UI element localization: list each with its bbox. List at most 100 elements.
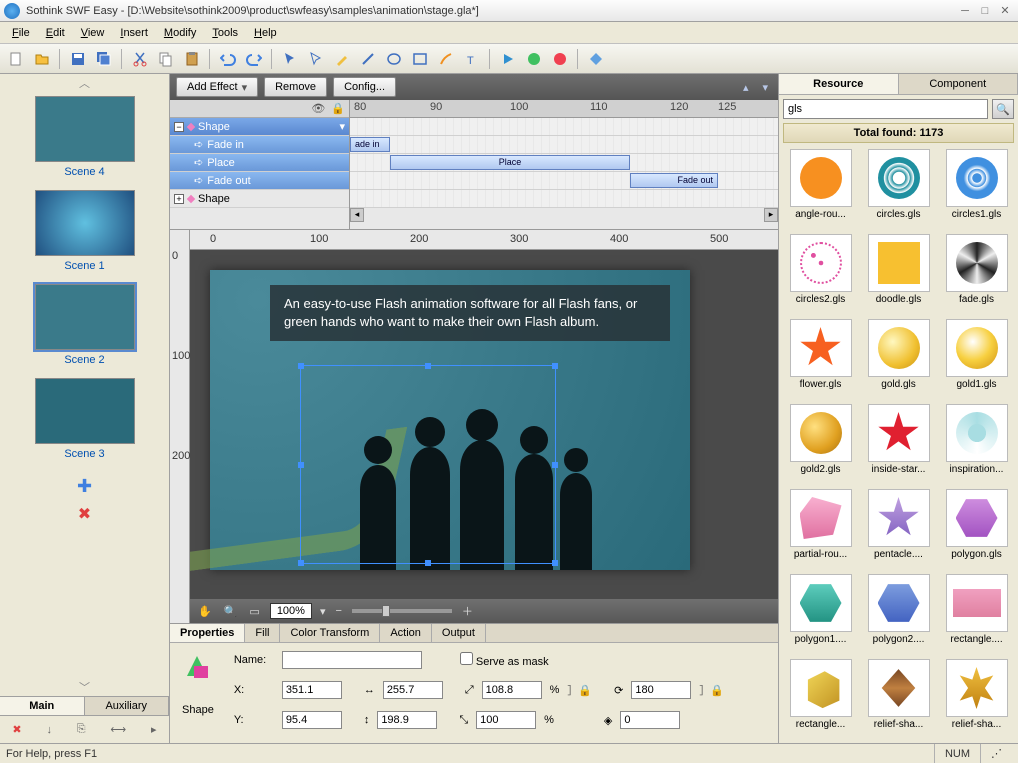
resource-item[interactable]: inspiration... xyxy=(939,404,1014,486)
timeline-scrollbar[interactable]: ◂▸ xyxy=(350,208,778,222)
scene-thumb-1[interactable] xyxy=(35,190,135,256)
tab-action[interactable]: Action xyxy=(380,624,432,642)
undo-button[interactable] xyxy=(216,47,240,71)
tab-color-transform[interactable]: Color Transform xyxy=(280,624,380,642)
resource-item[interactable]: rectangle.... xyxy=(939,574,1014,656)
zoom-tool-icon[interactable]: 🔍 xyxy=(222,605,240,618)
tab-resource[interactable]: Resource xyxy=(779,74,899,94)
search-button[interactable]: 🔍 xyxy=(992,99,1014,119)
resource-item[interactable]: polygon2.... xyxy=(861,574,936,656)
zoom-slider[interactable] xyxy=(352,609,452,613)
layer-fadeout[interactable]: ➪ Fade out xyxy=(170,172,349,190)
tab-auxiliary[interactable]: Auxiliary xyxy=(85,697,170,715)
menu-file[interactable]: File xyxy=(4,25,38,41)
scene-item[interactable]: Scene 4 xyxy=(20,96,149,178)
rect-tool[interactable] xyxy=(408,47,432,71)
delete-scene-button[interactable]: ✖ xyxy=(75,504,95,524)
tab-fill[interactable]: Fill xyxy=(245,624,280,642)
stage[interactable]: An easy-to-use Flash animation software … xyxy=(210,270,690,570)
copy-button[interactable] xyxy=(154,47,178,71)
resource-item[interactable]: circles.gls xyxy=(861,149,936,231)
tab-properties[interactable]: Properties xyxy=(170,624,245,642)
y-input[interactable] xyxy=(282,711,342,729)
scene-item[interactable]: Scene 1 xyxy=(20,190,149,272)
play-button[interactable] xyxy=(496,47,520,71)
menu-modify[interactable]: Modify xyxy=(156,25,204,41)
scene-thumb-2[interactable] xyxy=(35,284,135,350)
resource-item[interactable]: partial-rou... xyxy=(783,489,858,571)
resource-item[interactable]: pentacle.... xyxy=(861,489,936,571)
publish-button[interactable] xyxy=(584,47,608,71)
scene-item[interactable]: Scene 3 xyxy=(20,378,149,460)
resource-item[interactable]: gold1.gls xyxy=(939,319,1014,401)
zoom-in-icon[interactable]: ＋ xyxy=(460,603,475,619)
resource-item[interactable]: doodle.gls xyxy=(861,234,936,316)
eye-icon[interactable]: 👁 xyxy=(311,102,325,115)
resource-item[interactable]: gold.gls xyxy=(861,319,936,401)
menu-insert[interactable]: Insert xyxy=(112,25,156,41)
scene-tool-3[interactable]: ⎘ xyxy=(77,723,86,736)
resource-item[interactable]: relief-sha... xyxy=(939,659,1014,741)
scale-lock-icon[interactable]: ］🔒 xyxy=(567,682,592,698)
timeline-ruler[interactable]: 80 90 100 110 120 125 xyxy=(350,100,778,118)
scene-tool-4[interactable]: ⟷ xyxy=(110,723,126,736)
pointer-tool[interactable] xyxy=(278,47,302,71)
scene-scroll-up[interactable]: ︿ xyxy=(0,74,169,92)
open-button[interactable] xyxy=(30,47,54,71)
paste-button[interactable] xyxy=(180,47,204,71)
resource-item[interactable]: circles2.gls xyxy=(783,234,858,316)
redo-button[interactable] xyxy=(242,47,266,71)
resource-item[interactable]: rectangle... xyxy=(783,659,858,741)
layer-fadein[interactable]: ➪ Fade in xyxy=(170,136,349,154)
clip-place[interactable]: Place xyxy=(390,155,630,170)
tab-output[interactable]: Output xyxy=(432,624,486,642)
save-button[interactable] xyxy=(66,47,90,71)
fit-icon[interactable]: ▭ xyxy=(247,605,261,618)
scene-thumb-4[interactable] xyxy=(35,96,135,162)
maximize-button[interactable]: □ xyxy=(976,3,994,19)
new-button[interactable] xyxy=(4,47,28,71)
scene-tool-5[interactable]: ▸ xyxy=(151,723,157,736)
resource-item[interactable]: circles1.gls xyxy=(939,149,1014,231)
remove-effect-button[interactable]: Remove xyxy=(264,77,327,97)
zoom-value[interactable]: 100% xyxy=(270,603,312,619)
resource-item[interactable]: angle-rou... xyxy=(783,149,858,231)
resource-item[interactable]: gold2.gls xyxy=(783,404,858,486)
close-button[interactable]: ✕ xyxy=(996,3,1014,19)
oval-tool[interactable] xyxy=(382,47,406,71)
name-input[interactable] xyxy=(282,651,422,669)
pen-tool[interactable] xyxy=(330,47,354,71)
scaley-input[interactable] xyxy=(476,711,536,729)
skew-input[interactable] xyxy=(620,711,680,729)
subselect-tool[interactable] xyxy=(304,47,328,71)
hand-tool-icon[interactable]: ✋ xyxy=(196,605,214,618)
tab-component[interactable]: Component xyxy=(899,74,1018,94)
height-input[interactable] xyxy=(377,711,437,729)
saveall-button[interactable] xyxy=(92,47,116,71)
config-effect-button[interactable]: Config... xyxy=(333,77,396,97)
tab-main[interactable]: Main xyxy=(0,697,85,715)
resource-item[interactable]: flower.gls xyxy=(783,319,858,401)
timeline-tracks[interactable]: 80 90 100 110 120 125 ade in Place Fade … xyxy=(350,100,778,229)
layer-shape-1[interactable]: −Shape▾ xyxy=(170,118,349,136)
x-input[interactable] xyxy=(282,681,342,699)
canvas-viewport[interactable]: An easy-to-use Flash animation software … xyxy=(190,250,778,599)
menu-help[interactable]: Help xyxy=(246,25,285,41)
menu-tools[interactable]: Tools xyxy=(204,25,246,41)
resource-search-input[interactable] xyxy=(783,99,988,119)
export-button[interactable] xyxy=(548,47,572,71)
minimize-button[interactable]: ─ xyxy=(956,3,974,19)
resource-item[interactable]: inside-star... xyxy=(861,404,936,486)
text-tool[interactable]: T xyxy=(460,47,484,71)
menu-edit[interactable]: Edit xyxy=(38,25,73,41)
preview-button[interactable] xyxy=(522,47,546,71)
resource-item[interactable]: polygon.gls xyxy=(939,489,1014,571)
clip-fadeout[interactable]: Fade out xyxy=(630,173,718,188)
layer-shape-2[interactable]: +Shape xyxy=(170,190,349,208)
cut-button[interactable] xyxy=(128,47,152,71)
rotate-lock-icon[interactable]: ］🔒 xyxy=(699,682,724,698)
resource-item[interactable]: polygon1.... xyxy=(783,574,858,656)
clip-fadein[interactable]: ade in xyxy=(350,137,390,152)
menu-view[interactable]: View xyxy=(73,25,113,41)
layer-place[interactable]: ➪ Place xyxy=(170,154,349,172)
